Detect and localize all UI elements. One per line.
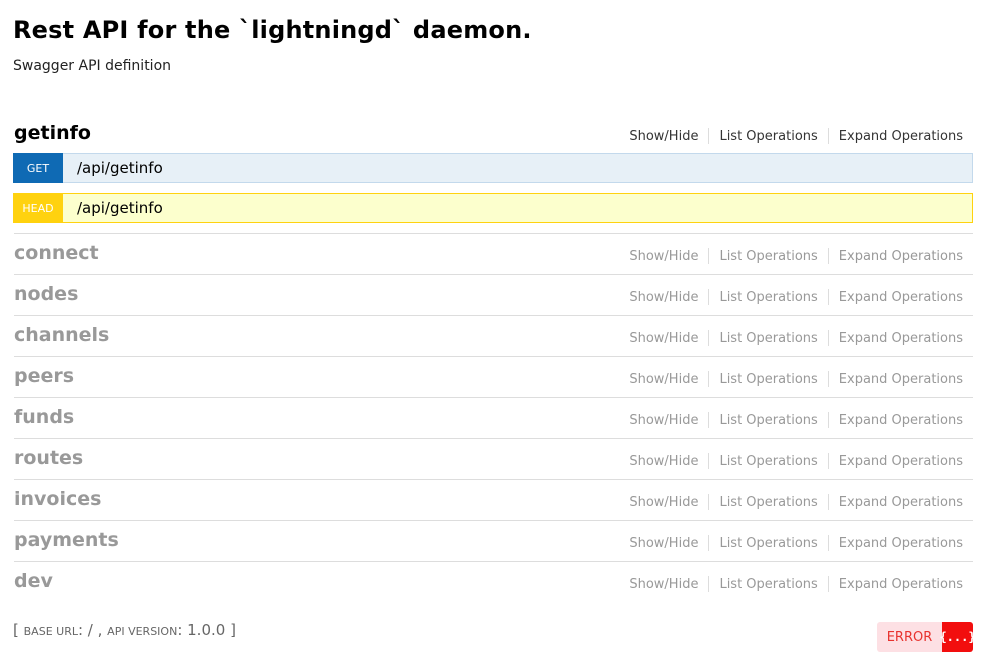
show-hide-link[interactable]: Show/Hide	[619, 372, 708, 387]
resource-peers: peers Show/Hide List Operations Expand O…	[14, 357, 973, 398]
list-operations-link[interactable]: List Operations	[709, 290, 827, 305]
method-badge-get[interactable]: GET	[13, 153, 63, 183]
list-operations-link[interactable]: List Operations	[709, 372, 827, 387]
resource-name-dev[interactable]: dev	[14, 570, 53, 592]
show-hide-link[interactable]: Show/Hide	[619, 577, 708, 592]
resource-ops: Show/Hide List Operations Expand Operati…	[619, 330, 973, 346]
page-subtitle: Swagger API definition	[13, 58, 172, 74]
resource-name-connect[interactable]: connect	[14, 242, 99, 264]
resource-ops: Show/Hide List Operations Expand Operati…	[619, 412, 973, 428]
resource-ops: Show/Hide List Operations Expand Operati…	[619, 576, 973, 592]
endpoint-head-getinfo[interactable]: HEAD /api/getinfo	[13, 193, 973, 223]
base-url-value: /	[87, 621, 93, 639]
resource-name-funds[interactable]: funds	[14, 406, 74, 428]
resource-name-invoices[interactable]: invoices	[14, 488, 101, 510]
resource-ops: Show/Hide List Operations Expand Operati…	[619, 371, 973, 387]
resource-getinfo: getinfo Show/Hide List Operations Expand…	[14, 114, 973, 154]
resource-payments: payments Show/Hide List Operations Expan…	[14, 521, 973, 562]
list-operations-link[interactable]: List Operations	[709, 577, 827, 592]
show-hide-link[interactable]: Show/Hide	[619, 536, 708, 551]
list-operations-link[interactable]: List Operations	[709, 536, 827, 551]
validator-status[interactable]: ERROR	[877, 622, 942, 652]
expand-operations-link[interactable]: Expand Operations	[829, 290, 973, 305]
endpoint-path[interactable]: /api/getinfo	[77, 199, 163, 217]
resource-invoices: invoices Show/Hide List Operations Expan…	[14, 480, 973, 521]
show-hide-link[interactable]: Show/Hide	[619, 129, 708, 144]
api-version-value: 1.0.0	[187, 621, 226, 639]
resource-ops: Show/Hide List Operations Expand Operati…	[619, 289, 973, 305]
expand-operations-link[interactable]: Expand Operations	[829, 495, 973, 510]
resource-ops: Show/Hide List Operations Expand Operati…	[619, 494, 973, 510]
show-hide-link[interactable]: Show/Hide	[619, 495, 708, 510]
expand-operations-link[interactable]: Expand Operations	[829, 331, 973, 346]
expand-operations-link[interactable]: Expand Operations	[829, 536, 973, 551]
list-operations-link[interactable]: List Operations	[709, 495, 827, 510]
endpoint-get-getinfo[interactable]: GET /api/getinfo	[13, 153, 973, 183]
resource-name-nodes[interactable]: nodes	[14, 283, 78, 305]
endpoint-path[interactable]: /api/getinfo	[77, 159, 163, 177]
validator-badge[interactable]: ERROR {...}	[877, 622, 976, 652]
expand-operations-link[interactable]: Expand Operations	[829, 372, 973, 387]
list-operations-link[interactable]: List Operations	[709, 129, 827, 144]
expand-operations-link[interactable]: Expand Operations	[829, 577, 973, 592]
show-hide-link[interactable]: Show/Hide	[619, 454, 708, 469]
show-hide-link[interactable]: Show/Hide	[619, 249, 708, 264]
resource-channels: channels Show/Hide List Operations Expan…	[14, 316, 973, 357]
resource-connect: connect Show/Hide List Operations Expand…	[14, 234, 973, 275]
resource-name-channels[interactable]: channels	[14, 324, 109, 346]
show-hide-link[interactable]: Show/Hide	[619, 413, 708, 428]
list-operations-link[interactable]: List Operations	[709, 454, 827, 469]
api-info-footer: [ base url: / , api version: 1.0.0 ]	[13, 621, 236, 639]
resource-routes: routes Show/Hide List Operations Expand …	[14, 439, 973, 480]
braces-icon[interactable]: {...}	[939, 622, 976, 652]
show-hide-link[interactable]: Show/Hide	[619, 290, 708, 305]
resource-ops: Show/Hide List Operations Expand Operati…	[619, 453, 973, 469]
list-operations-link[interactable]: List Operations	[709, 249, 827, 264]
expand-operations-link[interactable]: Expand Operations	[829, 413, 973, 428]
list-operations-link[interactable]: List Operations	[709, 331, 827, 346]
expand-operations-link[interactable]: Expand Operations	[829, 454, 973, 469]
show-hide-link[interactable]: Show/Hide	[619, 331, 708, 346]
resource-name-payments[interactable]: payments	[14, 529, 119, 551]
expand-operations-link[interactable]: Expand Operations	[829, 249, 973, 264]
resource-name-peers[interactable]: peers	[14, 365, 74, 387]
method-badge-head[interactable]: HEAD	[13, 193, 63, 223]
resource-nodes: nodes Show/Hide List Operations Expand O…	[14, 275, 973, 316]
resource-ops: Show/Hide List Operations Expand Operati…	[619, 128, 973, 144]
api-version-label: api version	[107, 625, 178, 638]
resource-ops: Show/Hide List Operations Expand Operati…	[619, 535, 973, 551]
open-bracket: [	[13, 621, 19, 639]
resource-dev: dev Show/Hide List Operations Expand Ope…	[14, 562, 973, 602]
resource-name-getinfo[interactable]: getinfo	[14, 122, 91, 144]
expand-operations-link[interactable]: Expand Operations	[829, 129, 973, 144]
base-url-label: base url	[23, 625, 78, 638]
list-operations-link[interactable]: List Operations	[709, 413, 827, 428]
close-bracket: ]	[230, 621, 236, 639]
resource-funds: funds Show/Hide List Operations Expand O…	[14, 398, 973, 439]
resource-ops: Show/Hide List Operations Expand Operati…	[619, 248, 973, 264]
resource-name-routes[interactable]: routes	[14, 447, 83, 469]
page-title: Rest API for the `lightningd` daemon.	[13, 16, 532, 44]
